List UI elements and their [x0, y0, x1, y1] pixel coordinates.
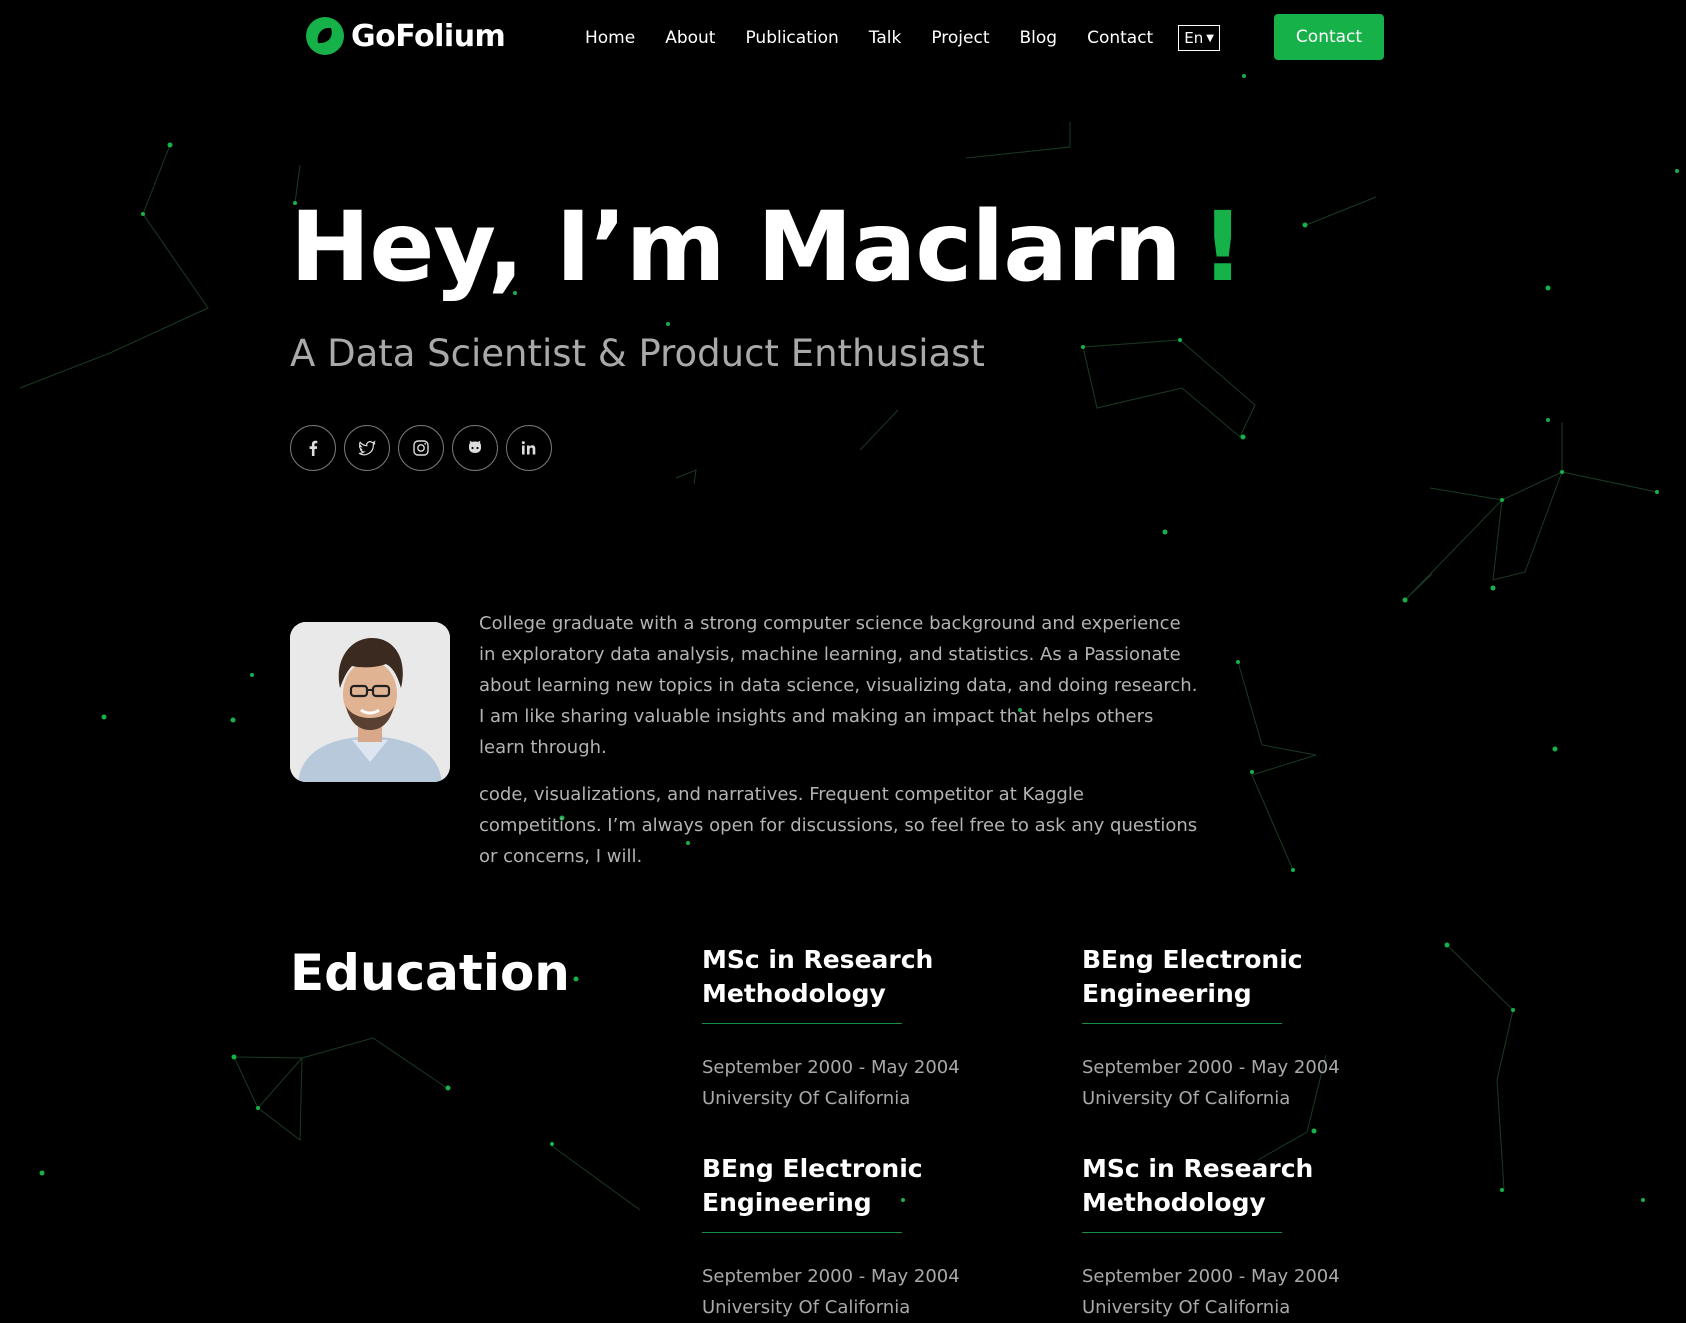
divider — [702, 1023, 902, 1024]
education-item: BEng Electronic Engineering September 20… — [1082, 943, 1340, 1114]
degree-title: BEng Electronic Engineering — [1082, 945, 1303, 1008]
divider — [1082, 1232, 1282, 1233]
degree-school: University Of California — [702, 1088, 911, 1109]
degree-dates: September 2000 - May 2004 — [702, 1266, 960, 1287]
degree-title: MSc in Research Methodology — [1082, 1154, 1314, 1217]
degree-school: University Of California — [702, 1297, 911, 1318]
degree-dates: September 2000 - May 2004 — [702, 1057, 960, 1078]
degree-title: BEng Electronic Engineering — [702, 1154, 923, 1217]
education-item: BEng Electronic Engineering September 20… — [702, 1152, 960, 1323]
divider — [1082, 1023, 1282, 1024]
degree-school: University Of California — [1082, 1297, 1291, 1318]
education-list: MSc in Research Methodology September 20… — [0, 0, 1686, 1318]
degree-school: University Of California — [1082, 1088, 1291, 1109]
degree-dates: September 2000 - May 2004 — [1082, 1266, 1340, 1287]
degree-title: MSc in Research Methodology — [702, 945, 934, 1008]
degree-dates: September 2000 - May 2004 — [1082, 1057, 1340, 1078]
education-item: MSc in Research Methodology September 20… — [702, 943, 960, 1114]
education-item: MSc in Research Methodology September 20… — [1082, 1152, 1340, 1323]
divider — [702, 1232, 902, 1233]
